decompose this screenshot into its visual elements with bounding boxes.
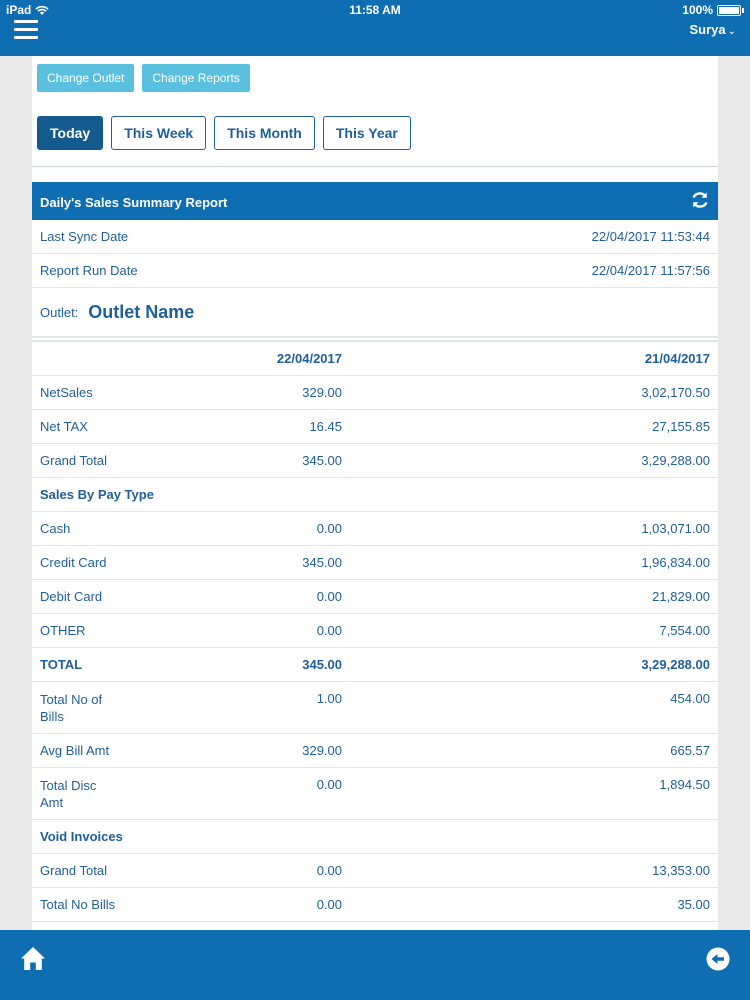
row-value-2: 3,02,170.50	[641, 385, 710, 400]
home-icon[interactable]	[20, 946, 46, 972]
row-value-1: 0.00	[316, 589, 342, 604]
row-label: Cash	[40, 521, 71, 536]
period-tabs: Today This Week This Month This Year	[37, 116, 411, 150]
hamburger-menu-icon[interactable]	[14, 20, 38, 42]
outlet-label: Outlet:	[40, 304, 79, 320]
table-row: OTHER 0.00 7,554.00	[32, 614, 718, 648]
row-label: TOTAL	[40, 657, 83, 672]
status-right: 100%	[682, 3, 744, 17]
report-run-value: 22/04/2017 11:57:56	[591, 263, 710, 278]
section-label: Void Invoices	[40, 829, 123, 844]
row-value-1: 0.00	[316, 777, 342, 792]
row-value-1: 345.00	[302, 555, 342, 570]
table-row: Avg Bill Amt 329.00 665.57	[32, 734, 718, 768]
refresh-icon[interactable]	[690, 190, 710, 210]
row-label: Grand Total	[40, 863, 107, 878]
main-content: Change Outlet Change Reports Today This …	[32, 56, 718, 930]
section-header-row: Void Invoices	[32, 820, 718, 854]
battery-icon	[717, 4, 741, 16]
row-label: Total No of Bills	[40, 692, 103, 724]
outlet-name: Outlet Name	[88, 301, 195, 322]
user-menu[interactable]: Surya ⌄	[689, 22, 736, 37]
table-row: Total Disc Amt 0.00 1,894.50	[32, 768, 718, 820]
table-row: NetSales 329.00 3,02,170.50	[32, 376, 718, 410]
table-row: Grand Total 0.00 13,353.00	[32, 854, 718, 888]
summary-table: 22/04/2017 21/04/2017 NetSales 329.00 3,02…	[32, 340, 718, 922]
row-label: Total Disc Amt	[40, 778, 97, 810]
report-panel: Daily's Sales Summary Report Last Sync D…	[32, 182, 718, 922]
row-value-2: 7,554.00	[659, 623, 710, 638]
section-label: Sales By Pay Type	[40, 487, 154, 502]
bottom-bar	[0, 930, 750, 1000]
last-sync-value: 22/04/2017 11:53:44	[591, 229, 710, 244]
total-row: TOTAL 345.00 3,29,288.00	[32, 648, 718, 682]
row-value-2: 3,29,288.00	[641, 657, 710, 672]
row-value-1: 345.00	[302, 657, 342, 672]
row-value-1: 0.00	[316, 863, 342, 878]
header-col-2: 21/04/2017	[644, 351, 710, 366]
battery-tip	[742, 7, 744, 13]
report-run-label: Report Run Date	[40, 263, 138, 278]
table-row: Grand Total 345.00 3,29,288.00	[32, 444, 718, 478]
row-value-2: 665.57	[670, 743, 710, 758]
row-value-1: 0.00	[316, 897, 342, 912]
row-value-1: 329.00	[302, 385, 342, 400]
report-header: Daily's Sales Summary Report	[32, 182, 718, 220]
header-col-1: 22/04/2017	[276, 351, 342, 366]
chevron-down-icon: ⌄	[727, 26, 736, 37]
tab-today[interactable]: Today	[37, 116, 104, 150]
row-label: Net TAX	[40, 419, 88, 434]
row-label: Grand Total	[40, 453, 107, 468]
row-value-1: 0.00	[316, 623, 342, 638]
tab-this-month[interactable]: This Month	[214, 116, 315, 150]
divider	[32, 166, 718, 167]
battery-percent: 100%	[682, 3, 713, 17]
row-value-2: 1,894.50	[659, 777, 710, 792]
table-row: Credit Card 345.00 1,96,834.00	[32, 546, 718, 580]
status-time: 11:58 AM	[349, 3, 401, 17]
last-sync-row: Last Sync Date 22/04/2017 11:53:44	[32, 220, 718, 254]
table-row: Total No Bills 0.00 35.00	[32, 888, 718, 922]
back-arrow-icon[interactable]	[706, 947, 730, 971]
outlet-row: Outlet: Outlet Name	[32, 288, 718, 338]
row-label: Debit Card	[40, 589, 103, 604]
table-header: 22/04/2017 21/04/2017	[32, 340, 718, 376]
row-value-2: 1,96,834.00	[641, 555, 710, 570]
row-label: OTHER	[40, 623, 86, 638]
table-row: Cash 0.00 1,03,071.00	[32, 512, 718, 546]
tab-this-year[interactable]: This Year	[322, 116, 411, 150]
status-bar: iPad 11:58 AM 100%	[0, 0, 750, 20]
change-reports-button[interactable]: Change Reports	[142, 64, 250, 92]
last-sync-label: Last Sync Date	[40, 229, 129, 244]
user-name: Surya	[689, 22, 726, 37]
app-header: Surya ⌄	[0, 20, 750, 56]
top-buttons: Change Outlet Change Reports	[37, 64, 250, 92]
row-value-1: 329.00	[302, 743, 342, 758]
row-value-2: 13,353.00	[652, 863, 710, 878]
row-label: NetSales	[40, 385, 93, 400]
row-value-1: 1.00	[316, 691, 342, 706]
row-value-2: 1,03,071.00	[641, 521, 710, 536]
row-value-1: 345.00	[302, 453, 342, 468]
row-label: Avg Bill Amt	[40, 743, 110, 758]
row-label: Credit Card	[40, 555, 107, 570]
row-value-2: 3,29,288.00	[641, 453, 710, 468]
report-title: Daily's Sales Summary Report	[40, 195, 228, 210]
row-label: Total No Bills	[40, 897, 116, 912]
row-value-1: 0.00	[316, 521, 342, 536]
tab-this-week[interactable]: This Week	[111, 116, 207, 150]
row-value-2: 27,155.85	[652, 419, 710, 434]
row-value-2: 21,829.00	[652, 589, 710, 604]
row-value-1: 16.45	[309, 419, 342, 434]
table-row: Total No of Bills 1.00 454.00	[32, 682, 718, 734]
change-outlet-button[interactable]: Change Outlet	[37, 64, 135, 92]
report-run-row: Report Run Date 22/04/2017 11:57:56	[32, 254, 718, 288]
section-header-row: Sales By Pay Type	[32, 478, 718, 512]
table-row: Debit Card 0.00 21,829.00	[32, 580, 718, 614]
row-value-2: 35.00	[677, 897, 710, 912]
row-value-2: 454.00	[670, 691, 710, 706]
table-row: Net TAX 16.45 27,155.85	[32, 410, 718, 444]
